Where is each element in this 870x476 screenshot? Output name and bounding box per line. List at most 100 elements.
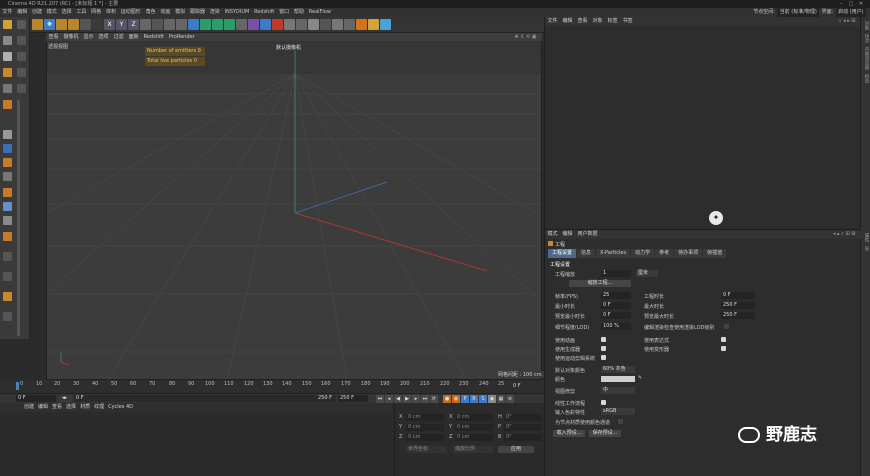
size-x-field[interactable]: 0 cm (455, 414, 493, 421)
vp-menu-display[interactable]: 显示 (81, 34, 96, 40)
tag-icon[interactable] (3, 188, 12, 197)
menu-tools[interactable]: 工具 (74, 8, 89, 17)
light-object-icon[interactable] (272, 19, 283, 30)
maximize-icon[interactable]: □ (846, 0, 856, 8)
preview-range-field[interactable]: 0 F 250 F (74, 395, 336, 402)
render-view-icon[interactable] (152, 19, 163, 30)
render-settings-icon[interactable] (176, 19, 187, 30)
subdivision-icon[interactable] (212, 19, 223, 30)
node-color-checkbox[interactable] (618, 419, 623, 424)
mat-menu-edit[interactable]: 编辑 (36, 404, 50, 410)
default-color-select[interactable]: 60% 灰色 (601, 366, 635, 373)
om-menu-view[interactable]: 查看 (575, 18, 590, 24)
bridge-icon[interactable] (3, 312, 12, 321)
use-motion-system-checkbox[interactable] (601, 355, 606, 360)
save-preset-button[interactable]: 保存预设... (589, 430, 621, 437)
key-rotation-icon[interactable]: R (470, 395, 478, 403)
right-tab-layers[interactable]: 层 (863, 246, 869, 251)
right-tab-content-browser[interactable]: 内容浏览器 (863, 47, 869, 70)
size-y-field[interactable]: 0 cm (455, 424, 493, 431)
brush-icon[interactable] (3, 232, 12, 241)
camera-object-icon[interactable] (260, 19, 271, 30)
mat-menu-material[interactable]: 材质 (78, 404, 92, 410)
menu-mode[interactable]: 模式 (44, 8, 59, 17)
min-time-field[interactable]: 0 F (601, 302, 631, 309)
menu-character[interactable]: 角色 (143, 8, 158, 17)
play-icon[interactable]: ▶ (403, 395, 411, 403)
scale-project-button[interactable]: 缩放工程... (569, 280, 631, 287)
extrude-icon[interactable] (3, 272, 12, 281)
rot-h-field[interactable]: 0° (504, 414, 542, 421)
render-picture-viewer-icon[interactable] (164, 19, 175, 30)
xp-emitter-icon[interactable] (284, 19, 295, 30)
move-icon[interactable]: ✥ (44, 19, 55, 30)
knife-icon[interactable] (3, 252, 12, 261)
model-mode-icon[interactable] (3, 36, 12, 45)
attr-menu-edit[interactable]: 编辑 (560, 231, 575, 237)
lod-field[interactable]: 100 % (601, 323, 631, 330)
menu-edit[interactable]: 编辑 (15, 8, 30, 17)
menu-select[interactable]: 选择 (59, 8, 74, 17)
menu-realflow[interactable]: RealFlow (306, 8, 333, 17)
om-menu-file[interactable]: 文件 (545, 18, 560, 24)
right-tab-structure[interactable]: 构造 (863, 74, 869, 83)
attr-menu-mode[interactable]: 模式 (545, 231, 560, 237)
coord-mode-select[interactable]: 世界坐标 (406, 446, 446, 453)
pos-x-field[interactable]: 0 cm (406, 414, 444, 421)
first-frame-icon[interactable]: ⏮ (376, 395, 384, 403)
rotate-icon[interactable] (68, 19, 79, 30)
cube-icon[interactable] (188, 19, 199, 30)
lock-icon[interactable] (3, 130, 12, 139)
right-tab-takes[interactable]: 场次 (863, 34, 869, 43)
redo-icon[interactable] (17, 20, 26, 29)
input-color-select[interactable]: sRGB (601, 408, 635, 415)
menu-mesh[interactable]: 网格 (89, 8, 104, 17)
realflow-icon[interactable] (368, 19, 379, 30)
redshift-icon[interactable] (356, 19, 367, 30)
snap-icon[interactable] (17, 84, 26, 93)
preview-max-field[interactable]: 250 F (721, 312, 755, 319)
vp-menu-view[interactable]: 查看 (46, 34, 61, 40)
project-scale-field[interactable]: 1 (601, 270, 631, 277)
om-menu-bookmarks[interactable]: 书签 (620, 18, 635, 24)
tool-scrollbar[interactable] (17, 100, 20, 336)
size-z-field[interactable]: 0 cm (455, 434, 493, 441)
menu-animate[interactable]: 动画 (158, 8, 173, 17)
tab-xparticles[interactable]: X-Particles (596, 249, 631, 258)
points-mode-icon[interactable] (17, 52, 26, 61)
om-nav-icons[interactable]: ⌕ ◂ ▸ ⊞ (836, 17, 858, 26)
tab-dynamics[interactable]: 动力学 (631, 249, 655, 258)
attr-nav-icons[interactable]: ◂ ▴ ⌕ ⊞ ⊠ (830, 230, 858, 239)
project-time-field[interactable]: 0 F (721, 292, 755, 299)
eyedropper-icon[interactable]: ✎ (638, 375, 642, 381)
record-icon[interactable]: ● (443, 395, 451, 403)
view-clipping-select[interactable]: 中 (601, 387, 635, 394)
linear-workflow-checkbox[interactable] (601, 400, 606, 405)
uv-mode-icon[interactable] (3, 84, 12, 93)
scale-icon[interactable] (56, 19, 67, 30)
pos-z-field[interactable]: 0 cm (406, 434, 444, 441)
key-position-icon[interactable]: P (461, 395, 469, 403)
bevel-icon[interactable] (3, 292, 12, 301)
menu-volume[interactable]: 体积 (104, 8, 119, 17)
tab-info[interactable]: 信息 (577, 249, 596, 258)
preview-min-field[interactable]: 0 F (601, 312, 631, 319)
play-back-icon[interactable]: ◀ (394, 395, 402, 403)
magnet-icon[interactable] (3, 216, 12, 225)
recent-tool-icon[interactable] (80, 19, 91, 30)
grid-icon[interactable] (3, 202, 12, 211)
layout-select[interactable]: 启动 (用户) (835, 8, 866, 17)
loop-icon[interactable]: ⟳ (430, 395, 438, 403)
attr-menu-userdata[interactable]: 用户数据 (575, 231, 600, 237)
mat-menu-select[interactable]: 选择 (64, 404, 78, 410)
tab-project-settings[interactable]: 工程设置 (548, 249, 577, 258)
auto-key-icon[interactable]: ◉ (452, 395, 460, 403)
menu-redshift[interactable]: Redshift (252, 8, 277, 17)
render-lod-checkbox[interactable] (724, 324, 729, 329)
playhead[interactable] (16, 382, 19, 390)
vp-menu-options[interactable]: 选项 (96, 34, 111, 40)
tab-interpolation[interactable]: 帧插值 (703, 249, 727, 258)
om-menu-edit[interactable]: 编辑 (560, 18, 575, 24)
use-animation-checkbox[interactable] (601, 337, 606, 342)
menu-render[interactable]: 渲染 (207, 8, 222, 17)
